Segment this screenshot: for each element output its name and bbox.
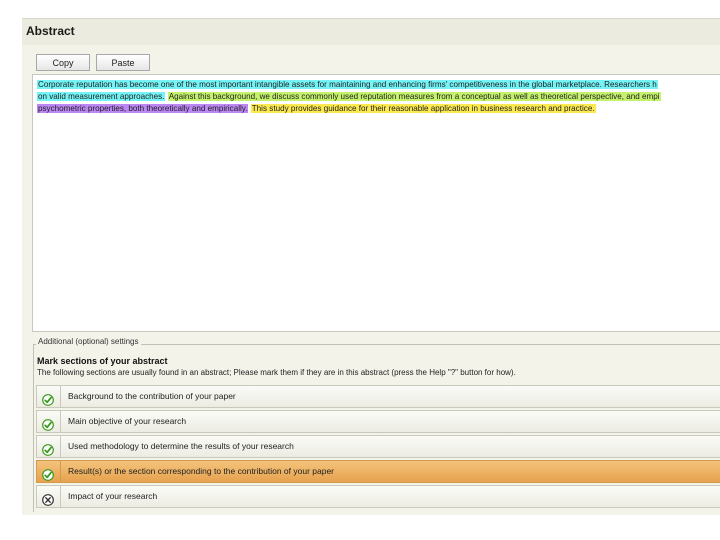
- check-circle-icon[interactable]: [42, 416, 54, 431]
- section-item-label: Used methodology to determine the result…: [68, 441, 294, 451]
- abstract-segment-yellow: This study provides guidance for their r…: [250, 104, 596, 113]
- abstract-segment-purple: psychometric properties, both theoretica…: [37, 104, 249, 113]
- cross-circle-icon[interactable]: [42, 491, 54, 506]
- check-circle-icon[interactable]: [42, 466, 54, 481]
- item-divider: [60, 461, 61, 482]
- mark-sections-heading: Mark sections of your abstract: [37, 356, 168, 366]
- item-divider: [60, 436, 61, 457]
- section-item-label: Background to the contribution of your p…: [68, 391, 236, 401]
- page-title: Abstract: [26, 24, 75, 38]
- section-item-label: Impact of your research: [68, 491, 158, 501]
- abstract-segment-green: Against this background, we discuss comm…: [167, 92, 661, 101]
- paste-button[interactable]: Paste: [96, 54, 150, 71]
- abstract-line-3: psychometric properties, both theoretica…: [37, 103, 596, 114]
- check-circle-icon[interactable]: [42, 441, 54, 456]
- check-circle-icon[interactable]: [42, 391, 54, 406]
- mark-sections-description: The following sections are usually found…: [37, 368, 516, 377]
- abstract-text-area[interactable]: Corporate reputation has become one of t…: [32, 74, 720, 332]
- abstract-line-1: Corporate reputation has become one of t…: [37, 79, 658, 90]
- abstract-segment-cyan: Corporate reputation has become one of t…: [37, 80, 658, 89]
- section-item[interactable]: Impact of your research: [36, 485, 720, 508]
- section-item-label: Main objective of your research: [68, 416, 187, 426]
- section-item[interactable]: Used methodology to determine the result…: [36, 435, 720, 458]
- abstract-title-bar: Abstract: [22, 18, 720, 46]
- section-item[interactable]: Main objective of your research: [36, 410, 720, 433]
- copy-button[interactable]: Copy: [36, 54, 90, 71]
- section-item[interactable]: Background to the contribution of your p…: [36, 385, 720, 408]
- section-item[interactable]: Result(s) or the section corresponding t…: [36, 460, 720, 483]
- item-divider: [60, 386, 61, 407]
- abstract-segment-cyan: on valid measurement approaches.: [37, 92, 166, 101]
- item-divider: [60, 411, 61, 432]
- section-item-label: Result(s) or the section corresponding t…: [68, 466, 335, 476]
- optional-settings-legend: Additional (optional) settings: [36, 337, 141, 346]
- item-divider: [60, 486, 61, 507]
- abstract-line-2: on valid measurement approaches. Against…: [37, 91, 661, 102]
